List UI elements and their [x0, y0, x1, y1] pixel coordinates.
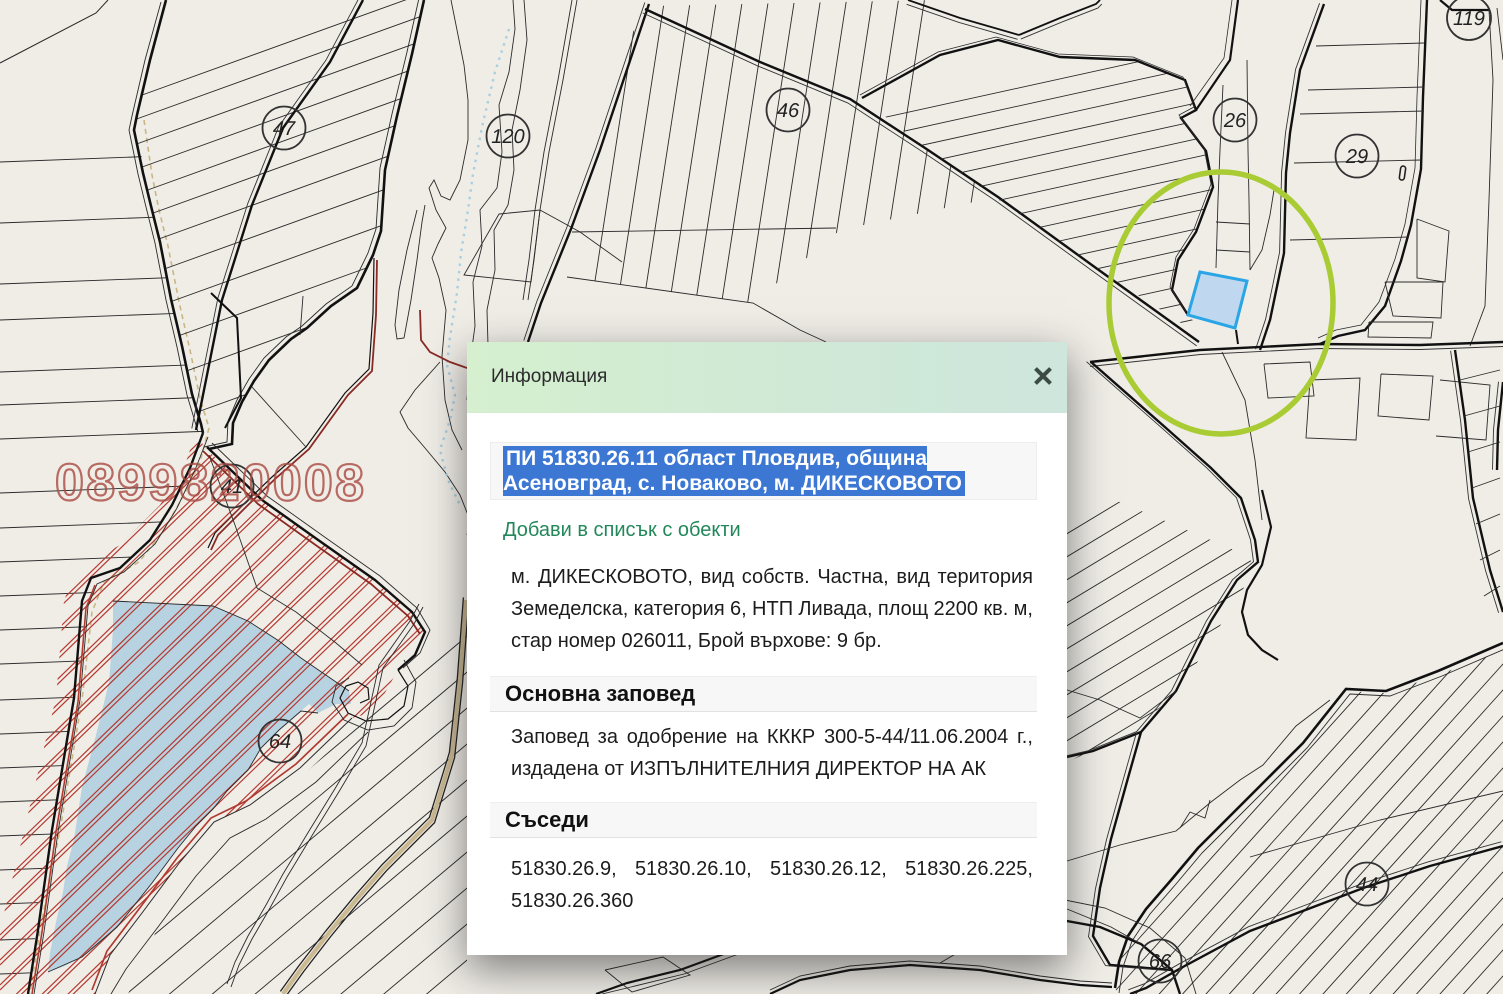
svg-text:120: 120 — [491, 126, 524, 148]
svg-text:64: 64 — [269, 731, 291, 753]
svg-text:47: 47 — [273, 118, 296, 140]
svg-text:119: 119 — [1453, 8, 1485, 30]
svg-text:66: 66 — [1149, 951, 1172, 973]
svg-text:0899820008: 0899820008 — [55, 454, 366, 512]
svg-text:29: 29 — [1345, 146, 1368, 168]
svg-text:46: 46 — [777, 100, 800, 122]
svg-text:26: 26 — [1223, 110, 1247, 132]
svg-text:44: 44 — [1356, 874, 1378, 896]
